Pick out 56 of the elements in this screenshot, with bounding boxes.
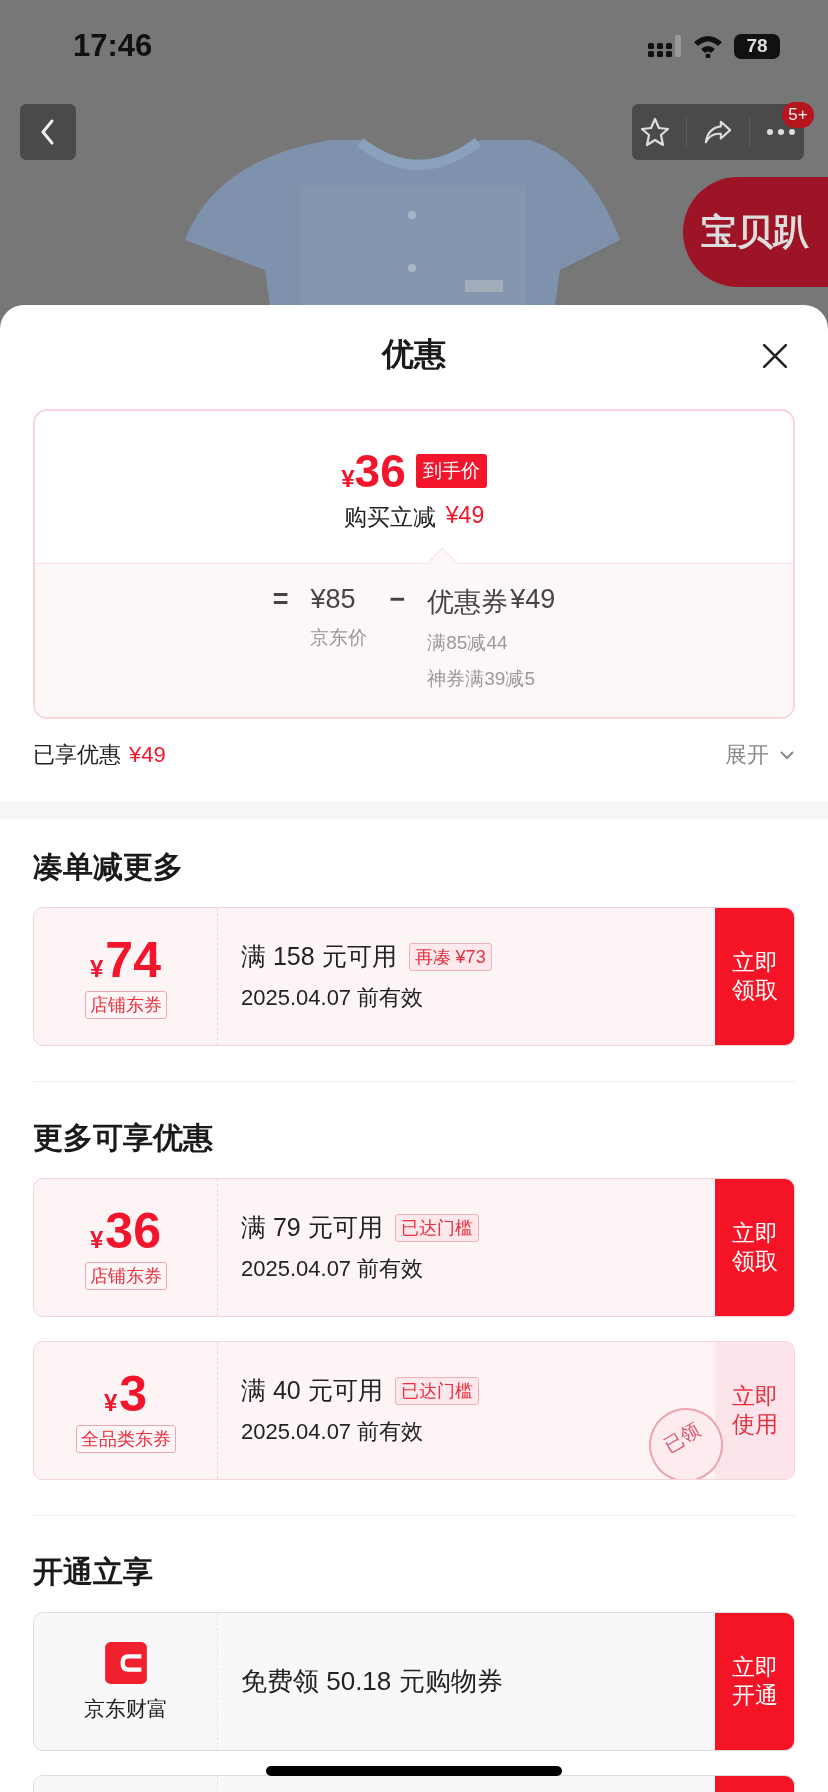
price-tag: 到手价 [415, 453, 487, 488]
expand-button[interactable]: 展开 [725, 740, 795, 770]
battery-icon: 78 [734, 33, 780, 59]
favorite-button[interactable] [640, 117, 670, 147]
section-title: 凑单减更多 [33, 848, 184, 885]
coupon-value: ¥36 [90, 1205, 161, 1258]
star-icon [640, 117, 670, 147]
coupon-action-button[interactable]: 立即开通 [715, 1613, 794, 1750]
coupon-detail: 神券满39减5 [427, 667, 536, 691]
notification-badge: 5+ [782, 102, 814, 128]
coupon-condition: 满 158 元可用 [241, 941, 397, 972]
back-button[interactable] [20, 104, 76, 160]
coupon-detail: 满85减44 [427, 631, 509, 655]
equals-sign: = [272, 584, 289, 615]
expiry-date: 2025.04.07 前有效 [241, 1255, 424, 1283]
coupon-type-tag: 店铺东券 [84, 1261, 167, 1290]
savings-amount: ¥49 [129, 742, 166, 768]
sheet-title: 优惠 [382, 335, 446, 374]
coupon-value: ¥74 [90, 934, 161, 987]
back-icon [40, 118, 56, 146]
coupon-value: ¥3 [103, 1368, 148, 1421]
savings-label: 已享优惠 [33, 741, 121, 769]
signal-icon [648, 35, 682, 57]
coupon-type-tag: 全品类东券 [75, 1424, 176, 1453]
final-price: ¥36 [341, 447, 406, 494]
coupon-label: 优惠券 [427, 586, 509, 619]
status-tag: 已达门槛 [394, 1213, 479, 1242]
expiry-date: 2025.04.07 前有效 [241, 1418, 424, 1446]
expiry-date: 2025.04.07 前有效 [241, 984, 424, 1012]
brand-name: 京东财富 [83, 1695, 168, 1722]
coupon-type-tag: 店铺东券 [84, 990, 167, 1019]
status-tag: 再凑 ¥73 [408, 942, 492, 971]
status-tag: 已达门槛 [394, 1376, 479, 1405]
coupon-condition: 满 40 元可用 [241, 1375, 383, 1406]
base-price: ¥85 [310, 584, 357, 615]
coupon-condition: 满 79 元可用 [241, 1212, 383, 1243]
more-icon [766, 128, 796, 136]
clock-time: 17:46 [73, 28, 153, 64]
coupon-amount: ¥49 [510, 584, 556, 616]
base-price-label: 京东价 [310, 626, 368, 650]
promo-tab[interactable]: 宝贝趴 [683, 177, 828, 287]
wallet-icon [103, 1640, 148, 1685]
discount-amount: ¥49 [445, 501, 485, 530]
discount-label: 购买立减 [343, 502, 436, 532]
coupon-action-button[interactable]: 立即使用 [715, 1342, 794, 1479]
section-title: 开通立享 [33, 1553, 154, 1590]
wifi-icon [692, 34, 724, 58]
coupon-action-button[interactable]: 立即领取 [715, 1179, 794, 1316]
close-icon [762, 343, 788, 369]
section-title: 更多可享优惠 [33, 1119, 214, 1156]
coupon-action-button[interactable]: 立即领取 [715, 908, 794, 1045]
chevron-down-icon [779, 750, 795, 760]
more-button[interactable] [766, 128, 796, 136]
offer-text: 免费领 50.18 元购物券 [241, 1665, 504, 1698]
close-button[interactable] [762, 343, 788, 369]
minus-sign: − [389, 584, 406, 615]
